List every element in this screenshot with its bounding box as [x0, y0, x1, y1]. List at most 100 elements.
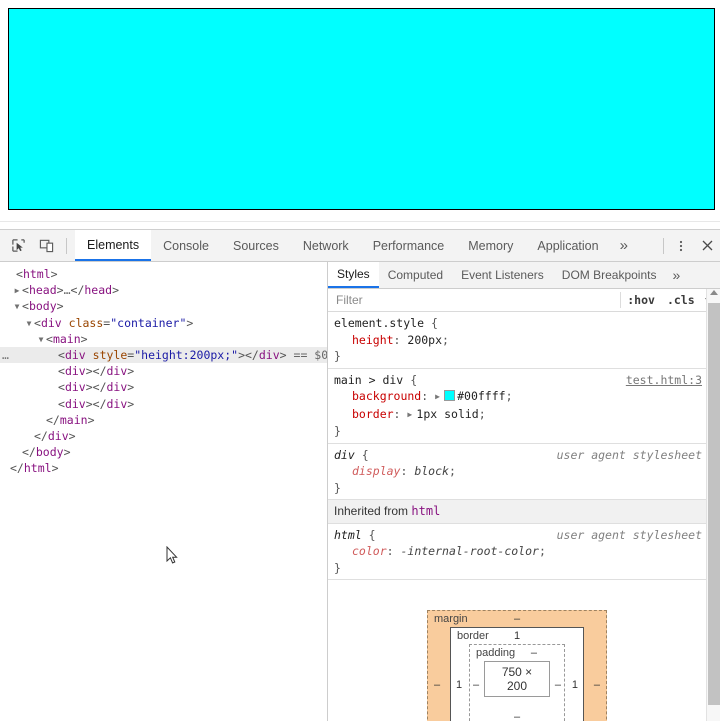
styles-vertical-scrollbar[interactable]	[706, 289, 720, 721]
dom-node-main-close[interactable]: </main>	[0, 412, 327, 428]
property-value[interactable]: block	[414, 464, 449, 478]
declaration-border[interactable]: border: ▶ 1px solid;	[334, 406, 706, 424]
property-name[interactable]: height	[352, 333, 394, 347]
property-name[interactable]: border	[352, 407, 394, 421]
more-tabs-label: »	[619, 237, 628, 254]
box-model-border[interactable]: border 1 1 1 1 padding – – – –	[450, 627, 584, 721]
collapse-body-icon[interactable]: ▼	[12, 299, 22, 315]
tab-application[interactable]: Application	[525, 230, 610, 261]
rule-origin: user agent stylesheet	[556, 447, 702, 462]
dom-tree-pane[interactable]: <html> ▶ <head>…</head> ▼ <body> ▼ <div cla…	[0, 262, 328, 721]
inherited-from-tag[interactable]: html	[411, 504, 440, 518]
padding-top-value[interactable]: –	[531, 647, 537, 659]
declaration-display[interactable]: display: block;	[334, 463, 706, 480]
tab-styles[interactable]: Styles	[328, 262, 379, 288]
margin-left-value[interactable]: –	[434, 679, 440, 691]
rule-selector[interactable]: element.style	[334, 316, 424, 330]
tab-dom-breakpoints[interactable]: DOM Breakpoints	[553, 262, 666, 288]
tab-styles-label: Styles	[337, 267, 370, 281]
rule-selector[interactable]: main > div	[334, 373, 403, 387]
devtools-screen: Elements Console Sources Network Perform…	[0, 0, 720, 721]
padding-left-value[interactable]: –	[473, 679, 479, 691]
padding-bottom-value[interactable]: –	[514, 711, 520, 721]
declaration-height[interactable]: height: 200px;	[334, 332, 706, 349]
border-left-value[interactable]: 1	[456, 679, 462, 691]
declaration-background[interactable]: background: ▶ #00ffff;	[334, 388, 706, 406]
rule-selector[interactable]: html	[334, 528, 362, 542]
border-top-value[interactable]: 1	[514, 630, 520, 642]
styles-filter-row: :hov .cls +	[328, 289, 720, 312]
rule-source-link[interactable]: test.html:3	[626, 372, 702, 389]
scrollbar-thumb[interactable]	[708, 303, 720, 705]
property-name[interactable]: color	[352, 544, 387, 558]
tab-sources[interactable]: Sources	[221, 230, 291, 261]
overflow-ellipsis: …	[2, 347, 10, 362]
viewport-divider	[0, 221, 720, 222]
dom-node-head[interactable]: ▶ <head>…</head>	[0, 282, 327, 298]
rule-main-div[interactable]: test.html:3 main > div { background: ▶ #0…	[328, 369, 706, 444]
more-tabs-icon[interactable]: »	[611, 230, 637, 261]
cls-toggle-button[interactable]: .cls	[661, 293, 701, 307]
hov-toggle-button[interactable]: :hov	[621, 293, 661, 307]
box-model-padding[interactable]: padding – – – – 750 × 200	[469, 644, 565, 721]
padding-right-value[interactable]: –	[555, 679, 561, 691]
collapse-container-icon[interactable]: ▼	[24, 316, 34, 332]
property-value[interactable]: #00ffff	[457, 389, 505, 403]
dom-node-html-close[interactable]: </html>	[0, 460, 327, 476]
border-label: border	[457, 630, 489, 642]
margin-top-value[interactable]: –	[514, 613, 520, 625]
property-value[interactable]: 200px	[407, 333, 442, 347]
dom-node-div-container-open[interactable]: ▼ <div class="container">	[0, 315, 327, 331]
tab-network[interactable]: Network	[291, 230, 361, 261]
expand-head-icon[interactable]: ▶	[12, 283, 22, 299]
dom-node-body-open[interactable]: ▼ <body>	[0, 298, 327, 314]
property-name[interactable]: background	[352, 389, 421, 403]
styles-more-tabs-icon[interactable]: »	[665, 262, 687, 288]
dom-node-body-close[interactable]: </body>	[0, 444, 327, 460]
property-value[interactable]: -internal-root-color	[400, 544, 538, 558]
tab-performance[interactable]: Performance	[361, 230, 457, 261]
collapse-main-icon[interactable]: ▼	[36, 332, 46, 348]
inspect-element-icon[interactable]	[4, 230, 32, 261]
rule-div-ua[interactable]: user agent stylesheet div { display: blo…	[328, 444, 706, 500]
property-name[interactable]: display	[352, 464, 400, 478]
border-right-value[interactable]: 1	[572, 679, 578, 691]
rule-element-style[interactable]: element.style { height: 200px; }	[328, 312, 706, 369]
rule-html-ua[interactable]: user agent stylesheet html { color: -int…	[328, 524, 706, 580]
close-icon[interactable]	[694, 230, 720, 261]
tab-console[interactable]: Console	[151, 230, 221, 261]
declaration-color[interactable]: color: -internal-root-color;	[334, 543, 706, 560]
tab-dom-breakpoints-label: DOM Breakpoints	[561, 268, 657, 282]
dom-node-selected-div[interactable]: … <div style="height:200px;"></div> == $0	[0, 346, 328, 364]
kebab-menu-icon[interactable]	[668, 230, 694, 261]
margin-right-value[interactable]: –	[594, 679, 600, 691]
tab-computed[interactable]: Computed	[379, 262, 452, 288]
color-swatch[interactable]	[444, 390, 456, 401]
tab-console-label: Console	[163, 238, 209, 253]
devtools-panel: Elements Console Sources Network Perform…	[0, 229, 720, 721]
device-toolbar-icon[interactable]	[32, 230, 60, 261]
tab-memory[interactable]: Memory	[456, 230, 525, 261]
dom-node-div-3[interactable]: <div></div>	[0, 379, 327, 395]
devtools-tabs: Elements Console Sources Network Perform…	[75, 230, 637, 261]
scroll-up-arrow-icon[interactable]	[710, 290, 718, 295]
dom-node-html-open[interactable]: <html>	[0, 266, 327, 282]
expand-shorthand-icon[interactable]: ▶	[435, 389, 444, 406]
box-model-content-size[interactable]: 750 × 200	[484, 661, 550, 697]
dom-node-div-4[interactable]: <div></div>	[0, 396, 327, 412]
cyan-test-div[interactable]	[8, 8, 715, 210]
dom-node-main-open[interactable]: ▼ <main>	[0, 331, 327, 347]
filter-input[interactable]	[328, 292, 621, 308]
devtools-body: <html> ▶ <head>…</head> ▼ <body> ▼ <div cla…	[0, 262, 720, 721]
box-model-margin[interactable]: margin – – – – border 1 1 1 1 paddin	[427, 610, 607, 721]
dom-node-div-2[interactable]: <div></div>	[0, 363, 327, 379]
dom-node-div-container-close[interactable]: </div>	[0, 428, 327, 444]
tab-elements[interactable]: Elements	[75, 230, 152, 261]
rule-selector[interactable]: div	[334, 448, 355, 462]
styles-pane: Styles Computed Event Listeners DOM Brea…	[328, 262, 720, 721]
tab-memory-label: Memory	[468, 238, 514, 253]
selected-node-ref: == $0	[293, 347, 328, 362]
tab-application-label: Application	[537, 238, 599, 253]
tab-event-listeners[interactable]: Event Listeners	[452, 262, 553, 288]
property-value[interactable]: 1px solid	[416, 407, 478, 421]
